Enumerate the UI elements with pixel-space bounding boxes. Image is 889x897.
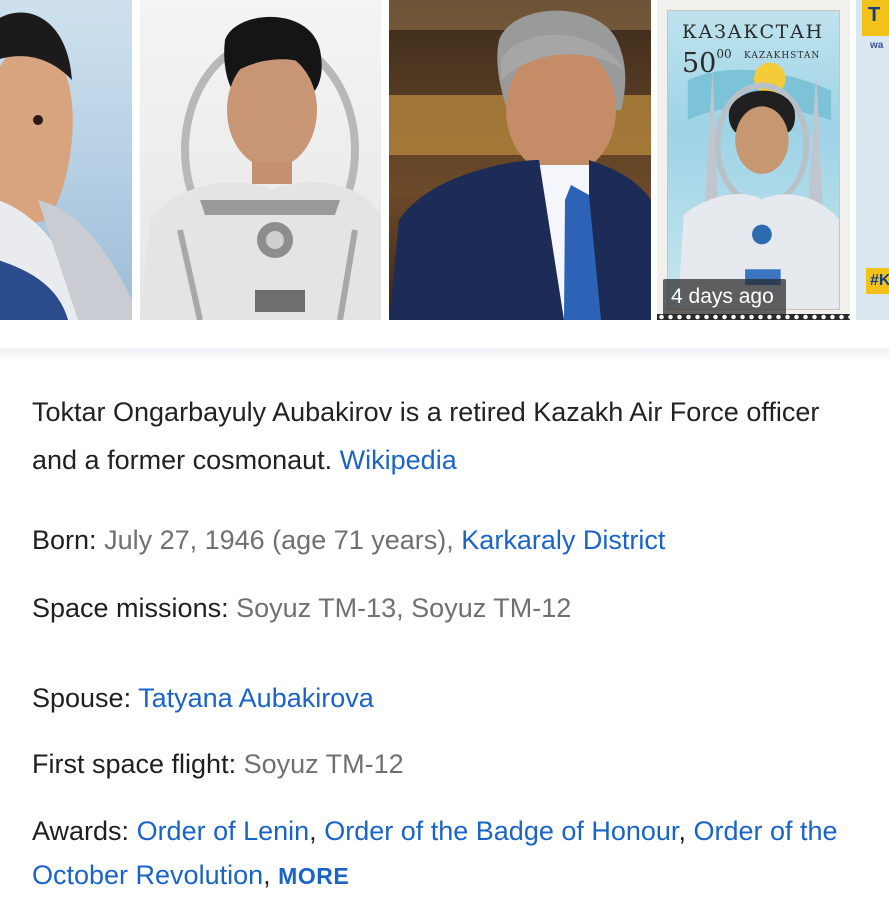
section-divider bbox=[0, 348, 889, 362]
fact-label-awards: Awards: bbox=[32, 816, 130, 846]
time-ago-badge: 4 days ago bbox=[663, 279, 786, 315]
knowledge-panel: Toktar Ongarbayuly Aubakirov is a retire… bbox=[32, 388, 862, 890]
stamp-value-text: 50 bbox=[682, 48, 717, 79]
portrait-photo-suit bbox=[389, 0, 651, 320]
fact-value-born: July 27, 1946 (age 71 years), bbox=[104, 525, 454, 555]
award-separator: , bbox=[678, 816, 686, 846]
fact-label-spouse: Spouse: bbox=[32, 683, 132, 713]
image-thumbnail-1[interactable] bbox=[0, 0, 132, 320]
partial-small-text: wa bbox=[870, 40, 884, 51]
fact-label-born: Born: bbox=[32, 525, 97, 555]
awards-more-link[interactable]: MORE bbox=[278, 863, 349, 889]
partial-tag: #K bbox=[866, 268, 889, 294]
stamp-value-fraction: 00 bbox=[716, 47, 732, 61]
cosmonaut-photo-1 bbox=[0, 12, 132, 320]
knowledge-panel-page: КАЗАКСТАН 5000 KAZAKHSTAN T wa #K 4 days… bbox=[0, 0, 889, 897]
summary-description: Toktar Ongarbayuly Aubakirov is a retire… bbox=[32, 388, 862, 484]
award-link-order-of-lenin[interactable]: Order of Lenin bbox=[137, 816, 310, 846]
wikipedia-link[interactable]: Wikipedia bbox=[340, 445, 457, 475]
image-thumbnail-2[interactable] bbox=[140, 0, 381, 320]
fact-born: Born: July 27, 1946 (age 71 years), Kark… bbox=[32, 518, 862, 562]
stamp-latin-text: KAZAKHSTAN bbox=[744, 51, 821, 61]
stamp-denomination: 5000 bbox=[682, 47, 732, 79]
image-thumbnail-3[interactable] bbox=[389, 0, 651, 320]
partial-badge: T bbox=[862, 0, 889, 36]
image-carousel[interactable]: КАЗАКСТАН 5000 KAZAKHSTAN T wa #K 4 days… bbox=[0, 0, 889, 320]
spouse-link[interactable]: Tatyana Aubakirova bbox=[138, 683, 374, 713]
cosmonaut-spacesuit-photo bbox=[140, 16, 381, 320]
fact-label-first-space-flight: First space flight: bbox=[32, 749, 237, 779]
fact-first-space-flight: First space flight: Soyuz TM-12 bbox=[32, 742, 862, 786]
fact-value-first-space-flight: Soyuz TM-12 bbox=[243, 749, 404, 779]
image-thumbnail-5-partial[interactable]: T wa #K bbox=[856, 0, 889, 320]
fact-space-missions: Space missions: Soyuz TM-13, Soyuz TM-12 bbox=[32, 586, 862, 630]
fact-awards: Awards: Order of Lenin, Order of the Bad… bbox=[32, 809, 862, 897]
award-separator: , bbox=[263, 860, 271, 890]
fact-label-space-missions: Space missions: bbox=[32, 593, 229, 623]
image-thumbnail-4-stamp[interactable]: КАЗАКСТАН 5000 KAZAKHSTAN bbox=[657, 0, 850, 320]
stamp-artwork: КАЗАКСТАН 5000 KAZAKHSTAN bbox=[667, 10, 840, 310]
stamp-country-text: КАЗАКСТАН bbox=[682, 21, 824, 43]
fact-value-space-missions: Soyuz TM-13, Soyuz TM-12 bbox=[236, 593, 572, 623]
award-separator: , bbox=[309, 816, 317, 846]
award-link-badge-of-honour[interactable]: Order of the Badge of Honour bbox=[324, 816, 678, 846]
birthplace-link[interactable]: Karkaraly District bbox=[461, 525, 665, 555]
fact-spouse: Spouse: Tatyana Aubakirova bbox=[32, 676, 862, 720]
